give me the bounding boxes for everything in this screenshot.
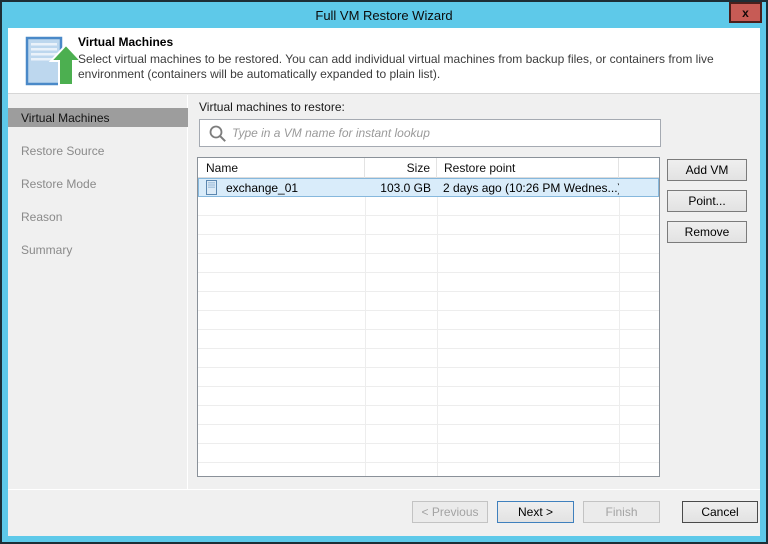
add-vm-button[interactable]: Add VM (667, 159, 747, 181)
vm-name-cell: exchange_01 (199, 180, 365, 195)
vm-size-cell: 103.0 GB (380, 180, 431, 195)
column-header-size[interactable]: Size (365, 158, 437, 178)
column-divider (365, 178, 366, 476)
sidebar-item-label: Restore Mode (21, 176, 97, 191)
previous-button[interactable]: < Previous (412, 501, 488, 523)
dialog-body: Virtual Machines Select virtual machines… (8, 28, 760, 536)
table-header: Name Size Restore point (198, 158, 659, 178)
vm-table: Name Size Restore point exchange_01 103.… (197, 157, 660, 477)
column-header-restore-point[interactable]: Restore point (437, 158, 619, 178)
vm-restore-point-cell: 2 days ago (10:26 PM Wednes...) (443, 180, 619, 195)
close-button[interactable]: x (729, 2, 762, 23)
point-button[interactable]: Point... (667, 190, 747, 212)
vm-list-label: Virtual machines to restore: (199, 100, 345, 114)
full-vm-restore-wizard-window: Full VM Restore Wizard x Virtual Machine… (0, 0, 768, 544)
column-header-blank (619, 158, 659, 178)
step-description: Select virtual machines to be restored. … (78, 52, 714, 81)
sidebar-item-label: Restore Source (21, 143, 105, 158)
finish-button[interactable]: Finish (583, 501, 660, 523)
sidebar-item-summary[interactable]: Summary (8, 240, 188, 259)
wizard-header: Virtual Machines Select virtual machines… (8, 28, 760, 94)
close-icon: x (742, 5, 749, 20)
column-divider (437, 178, 438, 476)
step-title: Virtual Machines (78, 35, 174, 49)
search-icon (209, 125, 226, 142)
titlebar[interactable]: Full VM Restore Wizard (2, 2, 766, 28)
window-title: Full VM Restore Wizard (315, 7, 453, 23)
sidebar-item-label: Summary (21, 242, 73, 257)
vm-name: exchange_01 (226, 180, 299, 195)
cancel-button[interactable]: Cancel (682, 501, 758, 523)
sidebar-item-label: Reason (21, 209, 63, 224)
table-row[interactable]: exchange_01 103.0 GB 2 days ago (10:26 P… (198, 178, 659, 197)
remove-button[interactable]: Remove (667, 221, 747, 243)
sidebar-item-reason[interactable]: Reason (8, 207, 188, 226)
sidebar-item-virtual-machines[interactable]: Virtual Machines (8, 108, 188, 127)
sidebar-item-restore-source[interactable]: Restore Source (8, 141, 188, 160)
next-button[interactable]: Next > (497, 501, 574, 523)
search-input[interactable] (232, 121, 656, 145)
vm-search-box (199, 119, 661, 147)
wizard-steps-sidebar: Virtual Machines Restore Source Restore … (8, 95, 188, 489)
sidebar-item-restore-mode[interactable]: Restore Mode (8, 174, 188, 193)
column-divider (619, 178, 620, 476)
footer-divider (8, 489, 760, 490)
table-body[interactable]: exchange_01 103.0 GB 2 days ago (10:26 P… (198, 178, 659, 476)
vm-restore-icon (22, 35, 84, 92)
vm-icon (206, 180, 217, 195)
sidebar-item-label: Virtual Machines (21, 110, 110, 125)
column-header-name[interactable]: Name (198, 158, 365, 178)
